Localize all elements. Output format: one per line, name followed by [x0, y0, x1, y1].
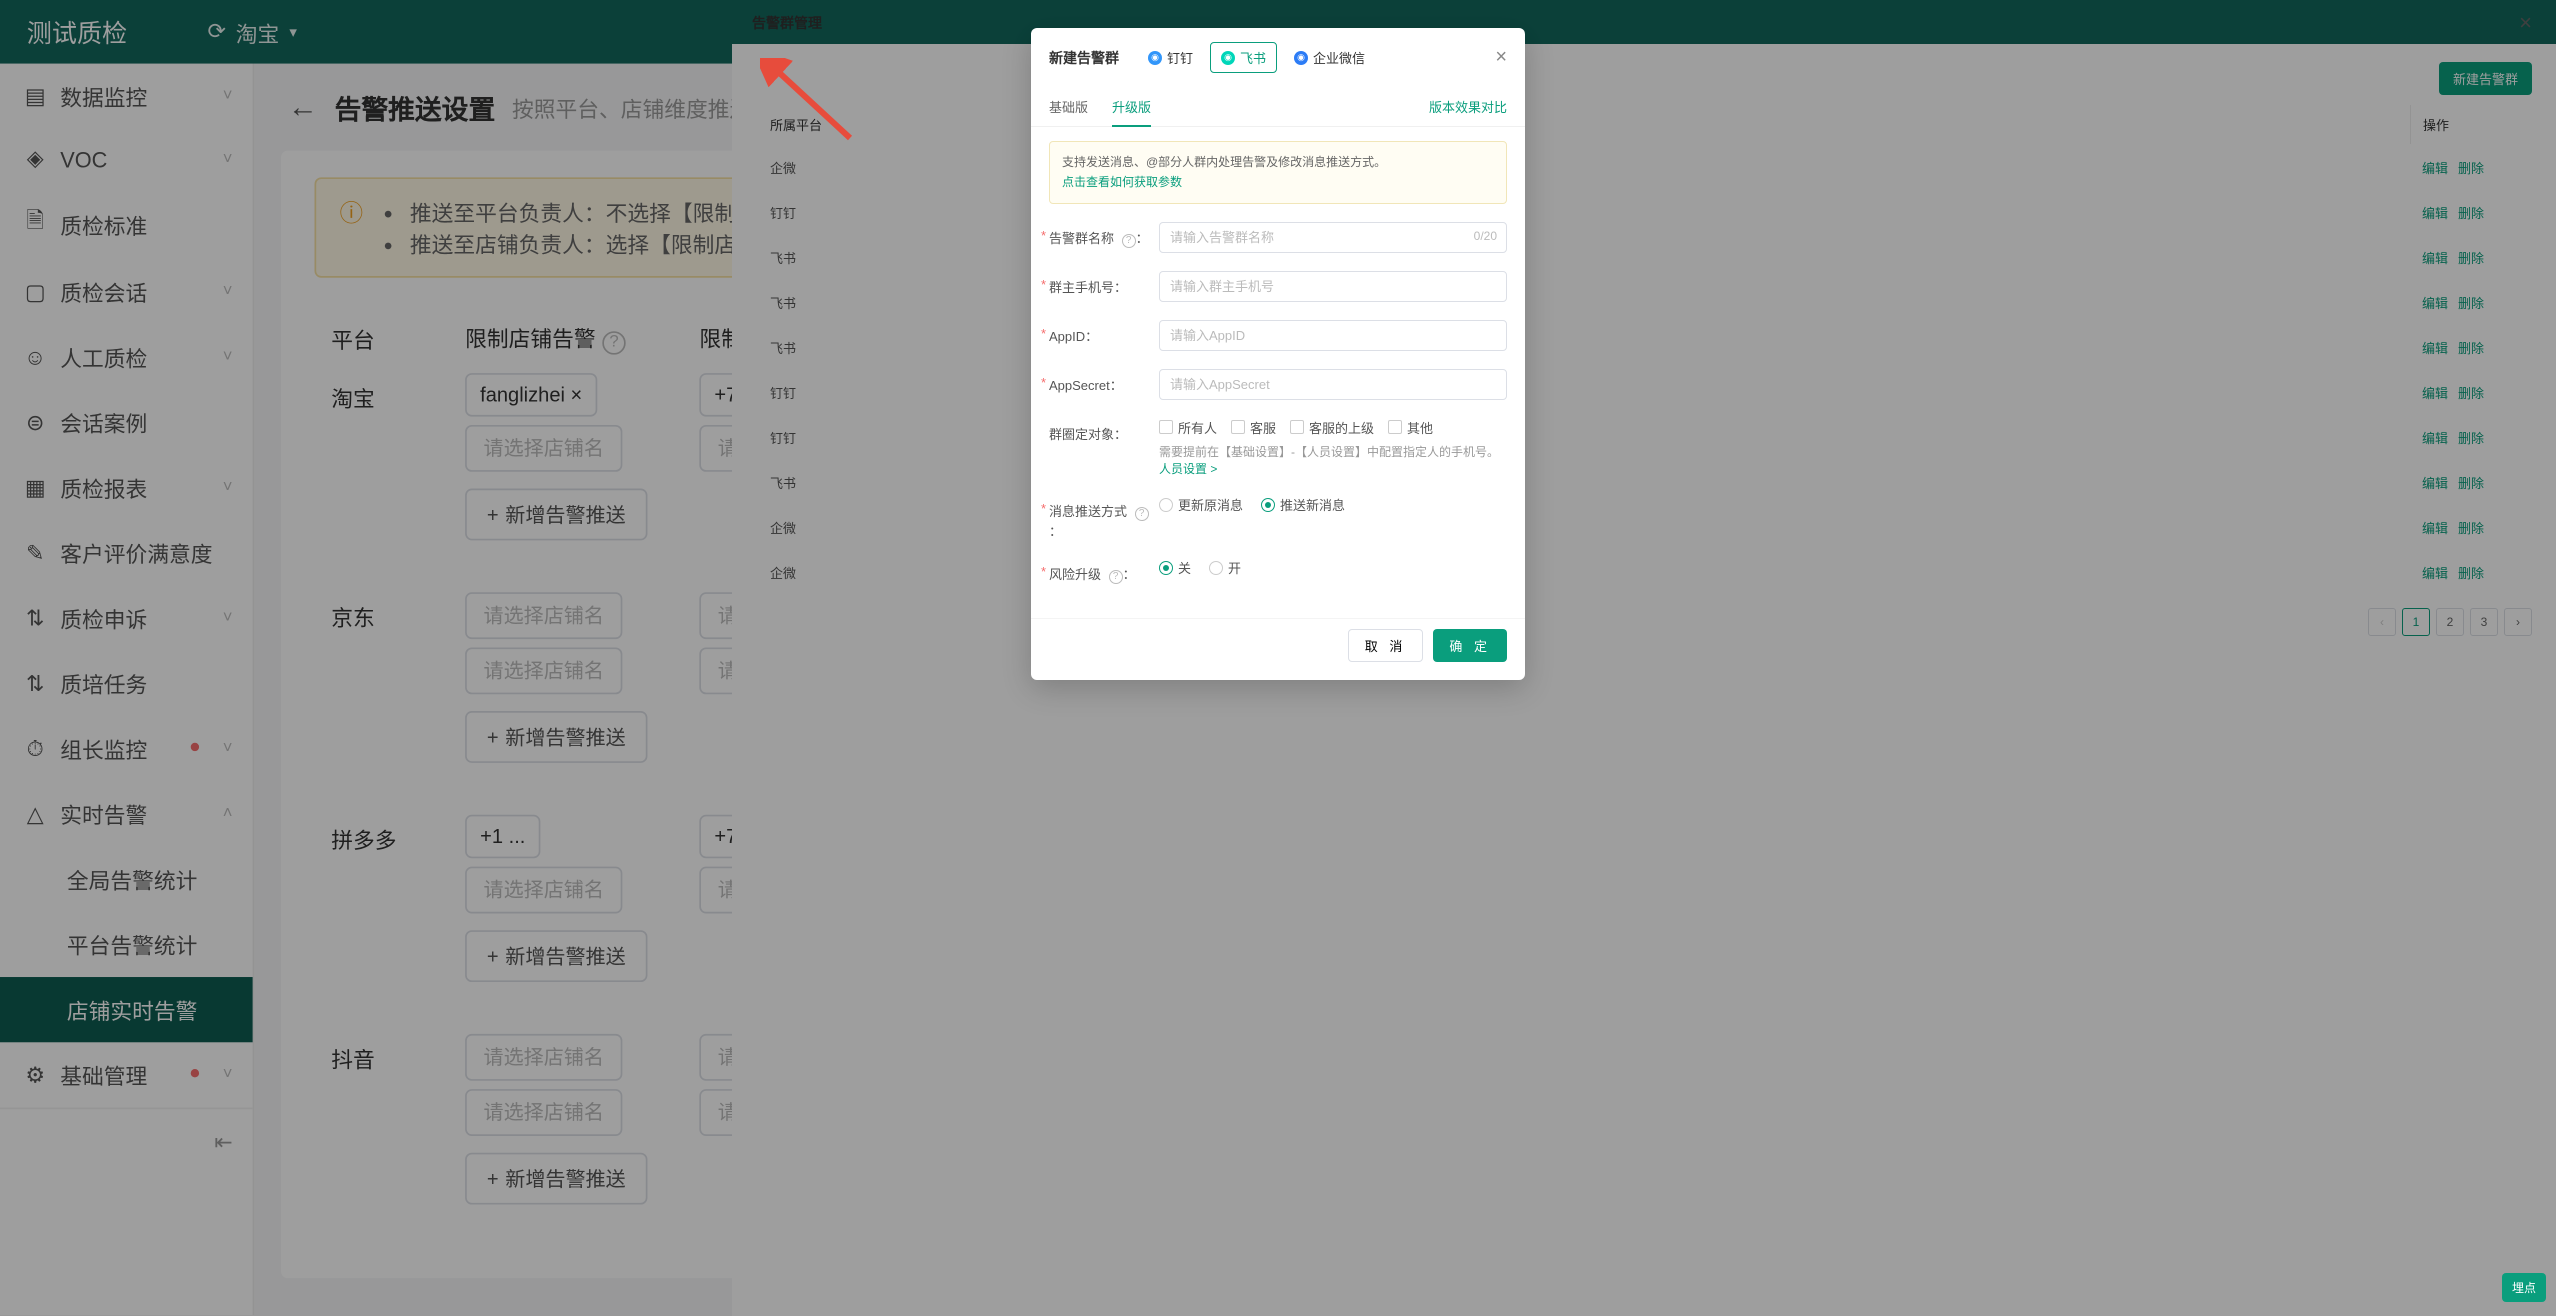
radio-label: 推送新消息 [1280, 495, 1345, 514]
tab-basic[interactable]: 基础版 [1049, 87, 1088, 126]
checkbox-label: 客服的上级 [1309, 418, 1374, 437]
dd-icon: ◉ [1148, 51, 1162, 65]
target-checkbox[interactable]: 客服的上级 [1290, 418, 1374, 437]
platform-option-dd[interactable]: ◉ 钉钉 [1137, 42, 1204, 73]
personnel-settings-link[interactable]: 人员设置 > [1159, 462, 1217, 476]
label-push-mode: 消息推送方式 [1049, 504, 1127, 519]
tip-text: 支持发送消息、@部分人群内处理告警及修改消息推送方式。 [1062, 155, 1386, 169]
radio-icon [1209, 561, 1223, 575]
platform-option-wx[interactable]: ◉ 企业微信 [1283, 42, 1376, 73]
wx-icon: ◉ [1294, 51, 1308, 65]
cancel-button[interactable]: 取 消 [1348, 629, 1424, 662]
platform-option-label: 钉钉 [1167, 48, 1193, 67]
target-checkbox[interactable]: 其他 [1388, 418, 1433, 437]
radio-icon [1159, 498, 1173, 512]
platform-option-label: 企业微信 [1313, 48, 1365, 67]
modal-title: 新建告警群 [1049, 48, 1119, 68]
group-name-input[interactable] [1159, 222, 1507, 253]
label-group-name: 告警群名称 [1049, 231, 1114, 246]
help-icon[interactable]: ? [1135, 507, 1149, 521]
target-hint: 需要提前在【基础设置】-【人员设置】中配置指定人的手机号。 [1159, 445, 1499, 459]
checkbox-icon [1290, 420, 1304, 434]
risk-radio[interactable]: 关 [1159, 558, 1191, 577]
tab-upgrade[interactable]: 升级版 [1112, 87, 1151, 126]
radio-label: 开 [1228, 558, 1241, 577]
help-icon[interactable]: ? [1109, 570, 1123, 584]
tip-box: 支持发送消息、@部分人群内处理告警及修改消息推送方式。 点击查看如何获取参数 [1049, 141, 1507, 204]
owner-phone-input[interactable] [1159, 271, 1507, 302]
checkbox-icon [1159, 420, 1173, 434]
platform-option-fs[interactable]: ◉ 飞书 [1210, 42, 1277, 73]
target-checkbox[interactable]: 客服 [1231, 418, 1276, 437]
radio-icon [1159, 561, 1173, 575]
risk-radio[interactable]: 开 [1209, 558, 1241, 577]
label-target: 群圈定对象 [1049, 427, 1114, 442]
help-icon[interactable]: ? [1122, 234, 1136, 248]
push-radio[interactable]: 推送新消息 [1261, 495, 1345, 514]
checkbox-label: 所有人 [1178, 418, 1217, 437]
checkbox-label: 其他 [1407, 418, 1433, 437]
appid-input[interactable] [1159, 320, 1507, 351]
fs-icon: ◉ [1221, 51, 1235, 65]
radio-icon [1261, 498, 1275, 512]
radio-label: 关 [1178, 558, 1191, 577]
modal-close-button[interactable]: × [1495, 46, 1507, 69]
push-radio[interactable]: 更新原消息 [1159, 495, 1243, 514]
radio-label: 更新原消息 [1178, 495, 1243, 514]
label-appsecret: AppSecret [1049, 378, 1110, 393]
label-owner-phone: 群主手机号 [1049, 280, 1114, 295]
char-count: 0/20 [1474, 229, 1497, 243]
label-risk-escalation: 风险升级 [1049, 567, 1101, 582]
label-appid: AppID [1049, 329, 1085, 344]
platform-option-label: 飞书 [1240, 48, 1266, 67]
checkbox-icon [1231, 420, 1245, 434]
checkbox-label: 客服 [1250, 418, 1276, 437]
param-help-link[interactable]: 点击查看如何获取参数 [1062, 175, 1182, 189]
target-checkbox[interactable]: 所有人 [1159, 418, 1217, 437]
tracking-button[interactable]: 埋点 [2502, 1273, 2546, 1302]
version-compare-link[interactable]: 版本效果对比 [1429, 97, 1507, 116]
confirm-button[interactable]: 确 定 [1433, 629, 1507, 662]
appsecret-input[interactable] [1159, 369, 1507, 400]
checkbox-icon [1388, 420, 1402, 434]
new-alarm-group-modal: 新建告警群 ◉ 钉钉 ◉ 飞书 ◉ 企业微信 × 基础版 升级版 版本效果对比 支持发送消… [1031, 28, 1525, 680]
